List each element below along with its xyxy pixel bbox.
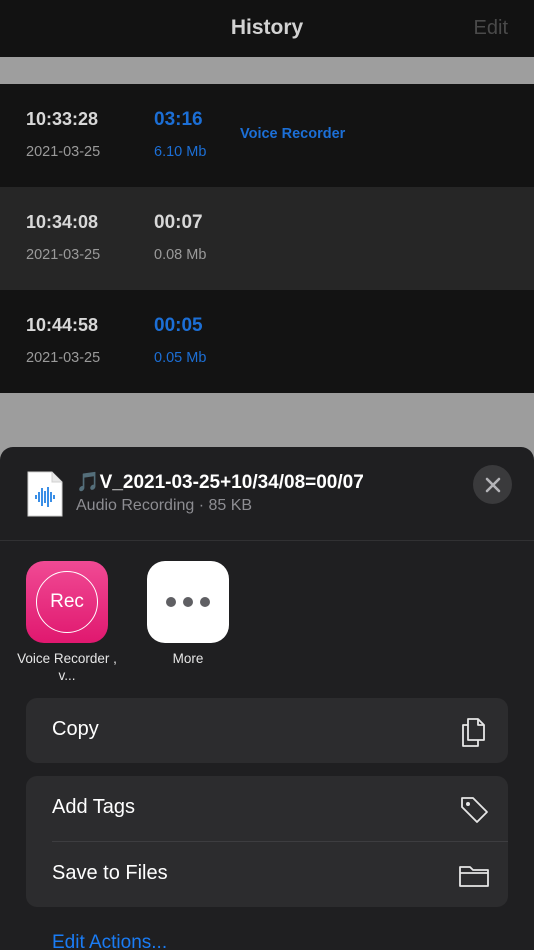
recording-time: 10:44:58 <box>26 315 99 335</box>
shared-file-meta: Audio Recording · 85 KB <box>76 497 253 514</box>
list-spacer <box>0 57 534 84</box>
close-button[interactable] <box>473 465 512 504</box>
rec-app-icon[interactable]: Rec <box>26 561 108 643</box>
copy-icon <box>462 718 485 747</box>
recording-row[interactable]: 10:33:28 2021-03-25 03:16 6.10 Mb Voice … <box>0 84 534 187</box>
recording-duration: 00:07 <box>154 212 203 233</box>
close-icon <box>485 477 500 492</box>
edit-button[interactable]: Edit <box>474 17 508 40</box>
nav-bar: History Edit <box>0 0 534 57</box>
add-tags-action[interactable]: Add Tags <box>26 776 508 841</box>
action-group-files: Add Tags Save to Files <box>26 776 508 907</box>
recording-time: 10:34:08 <box>26 212 99 232</box>
more-dots-icon <box>166 597 176 607</box>
recording-time: 10:33:28 <box>26 109 99 129</box>
audio-file-icon <box>27 471 63 517</box>
app-label-more: More <box>172 651 204 666</box>
add-tags-label: Add Tags <box>52 796 136 818</box>
recording-row[interactable]: 10:44:58 2021-03-25 00:05 0.05 Mb <box>0 290 534 393</box>
save-to-files-action[interactable]: Save to Files <box>26 842 508 907</box>
edit-actions-link[interactable]: Edit Actions... <box>52 932 167 950</box>
recording-date: 2021-03-25 <box>26 247 101 263</box>
app-label-voice-recorder: Voice Recorder , v... <box>17 651 117 683</box>
recording-date: 2021-03-25 <box>26 350 101 366</box>
recording-duration: 03:16 <box>154 109 203 130</box>
copy-action[interactable]: Copy <box>26 698 508 763</box>
header-divider <box>0 540 534 541</box>
recording-size: 0.08 Mb <box>154 247 207 263</box>
save-to-files-label: Save to Files <box>52 862 168 884</box>
action-group-copy: Copy <box>26 698 508 763</box>
rec-icon-text: Rec <box>36 571 98 633</box>
recording-date: 2021-03-25 <box>26 144 101 160</box>
recording-size: 6.10 Mb <box>154 144 207 160</box>
recording-app-label: Voice Recorder <box>240 126 346 142</box>
tag-icon <box>461 797 488 823</box>
share-sheet: 🎵V_2021-03-25+10/34/08=00/07 Audio Recor… <box>0 447 534 950</box>
recording-row[interactable]: 10:34:08 2021-03-25 00:07 0.08 Mb <box>0 187 534 290</box>
copy-label: Copy <box>52 718 99 740</box>
recording-size: 0.05 Mb <box>154 350 207 366</box>
recording-duration: 00:05 <box>154 315 203 336</box>
page-title: History <box>230 16 304 39</box>
more-apps-button[interactable] <box>147 561 229 643</box>
folder-icon <box>459 866 489 887</box>
shared-file-name: 🎵V_2021-03-25+10/34/08=00/07 <box>76 472 364 493</box>
